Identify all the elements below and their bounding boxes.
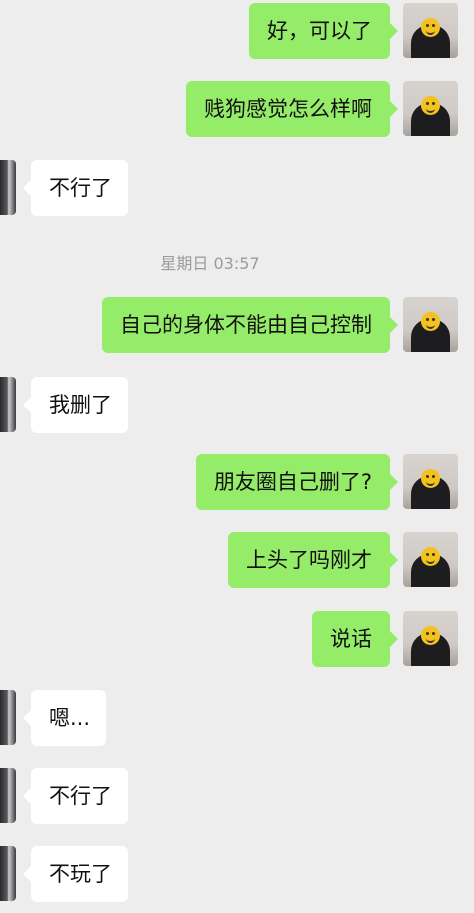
incoming-message-bubble[interactable]: 不玩了 (23, 846, 128, 902)
contact-avatar[interactable] (0, 160, 16, 215)
incoming-message-bubble[interactable]: 嗯... (22, 690, 107, 746)
my-avatar[interactable] (403, 3, 458, 58)
incoming-message-bubble[interactable]: 不行了 (23, 160, 128, 216)
my-avatar[interactable] (403, 611, 458, 666)
my-avatar[interactable] (403, 532, 458, 587)
outgoing-message-bubble[interactable]: 自己的身体不能由自己控制 (102, 297, 398, 353)
contact-avatar[interactable] (0, 690, 16, 745)
incoming-message-bubble[interactable]: 我删了 (23, 377, 128, 433)
outgoing-message-bubble[interactable]: 贱狗感觉怎么样啊 (186, 81, 398, 137)
outgoing-message-bubble[interactable]: 好，可以了 (249, 3, 398, 59)
outgoing-message-bubble[interactable]: 说话 (312, 611, 398, 667)
outgoing-message-bubble[interactable]: 上头了吗刚才 (228, 532, 398, 588)
contact-avatar[interactable] (0, 846, 16, 901)
my-avatar[interactable] (403, 81, 458, 136)
my-avatar[interactable] (403, 454, 458, 509)
outgoing-message-bubble[interactable]: 朋友圈自己删了? (195, 454, 399, 510)
my-avatar[interactable] (403, 297, 458, 352)
chat-timestamp: 星期日 03:57 (160, 254, 260, 273)
contact-avatar[interactable] (0, 377, 16, 432)
contact-avatar[interactable] (0, 768, 16, 823)
incoming-message-bubble[interactable]: 不行了 (23, 768, 128, 824)
